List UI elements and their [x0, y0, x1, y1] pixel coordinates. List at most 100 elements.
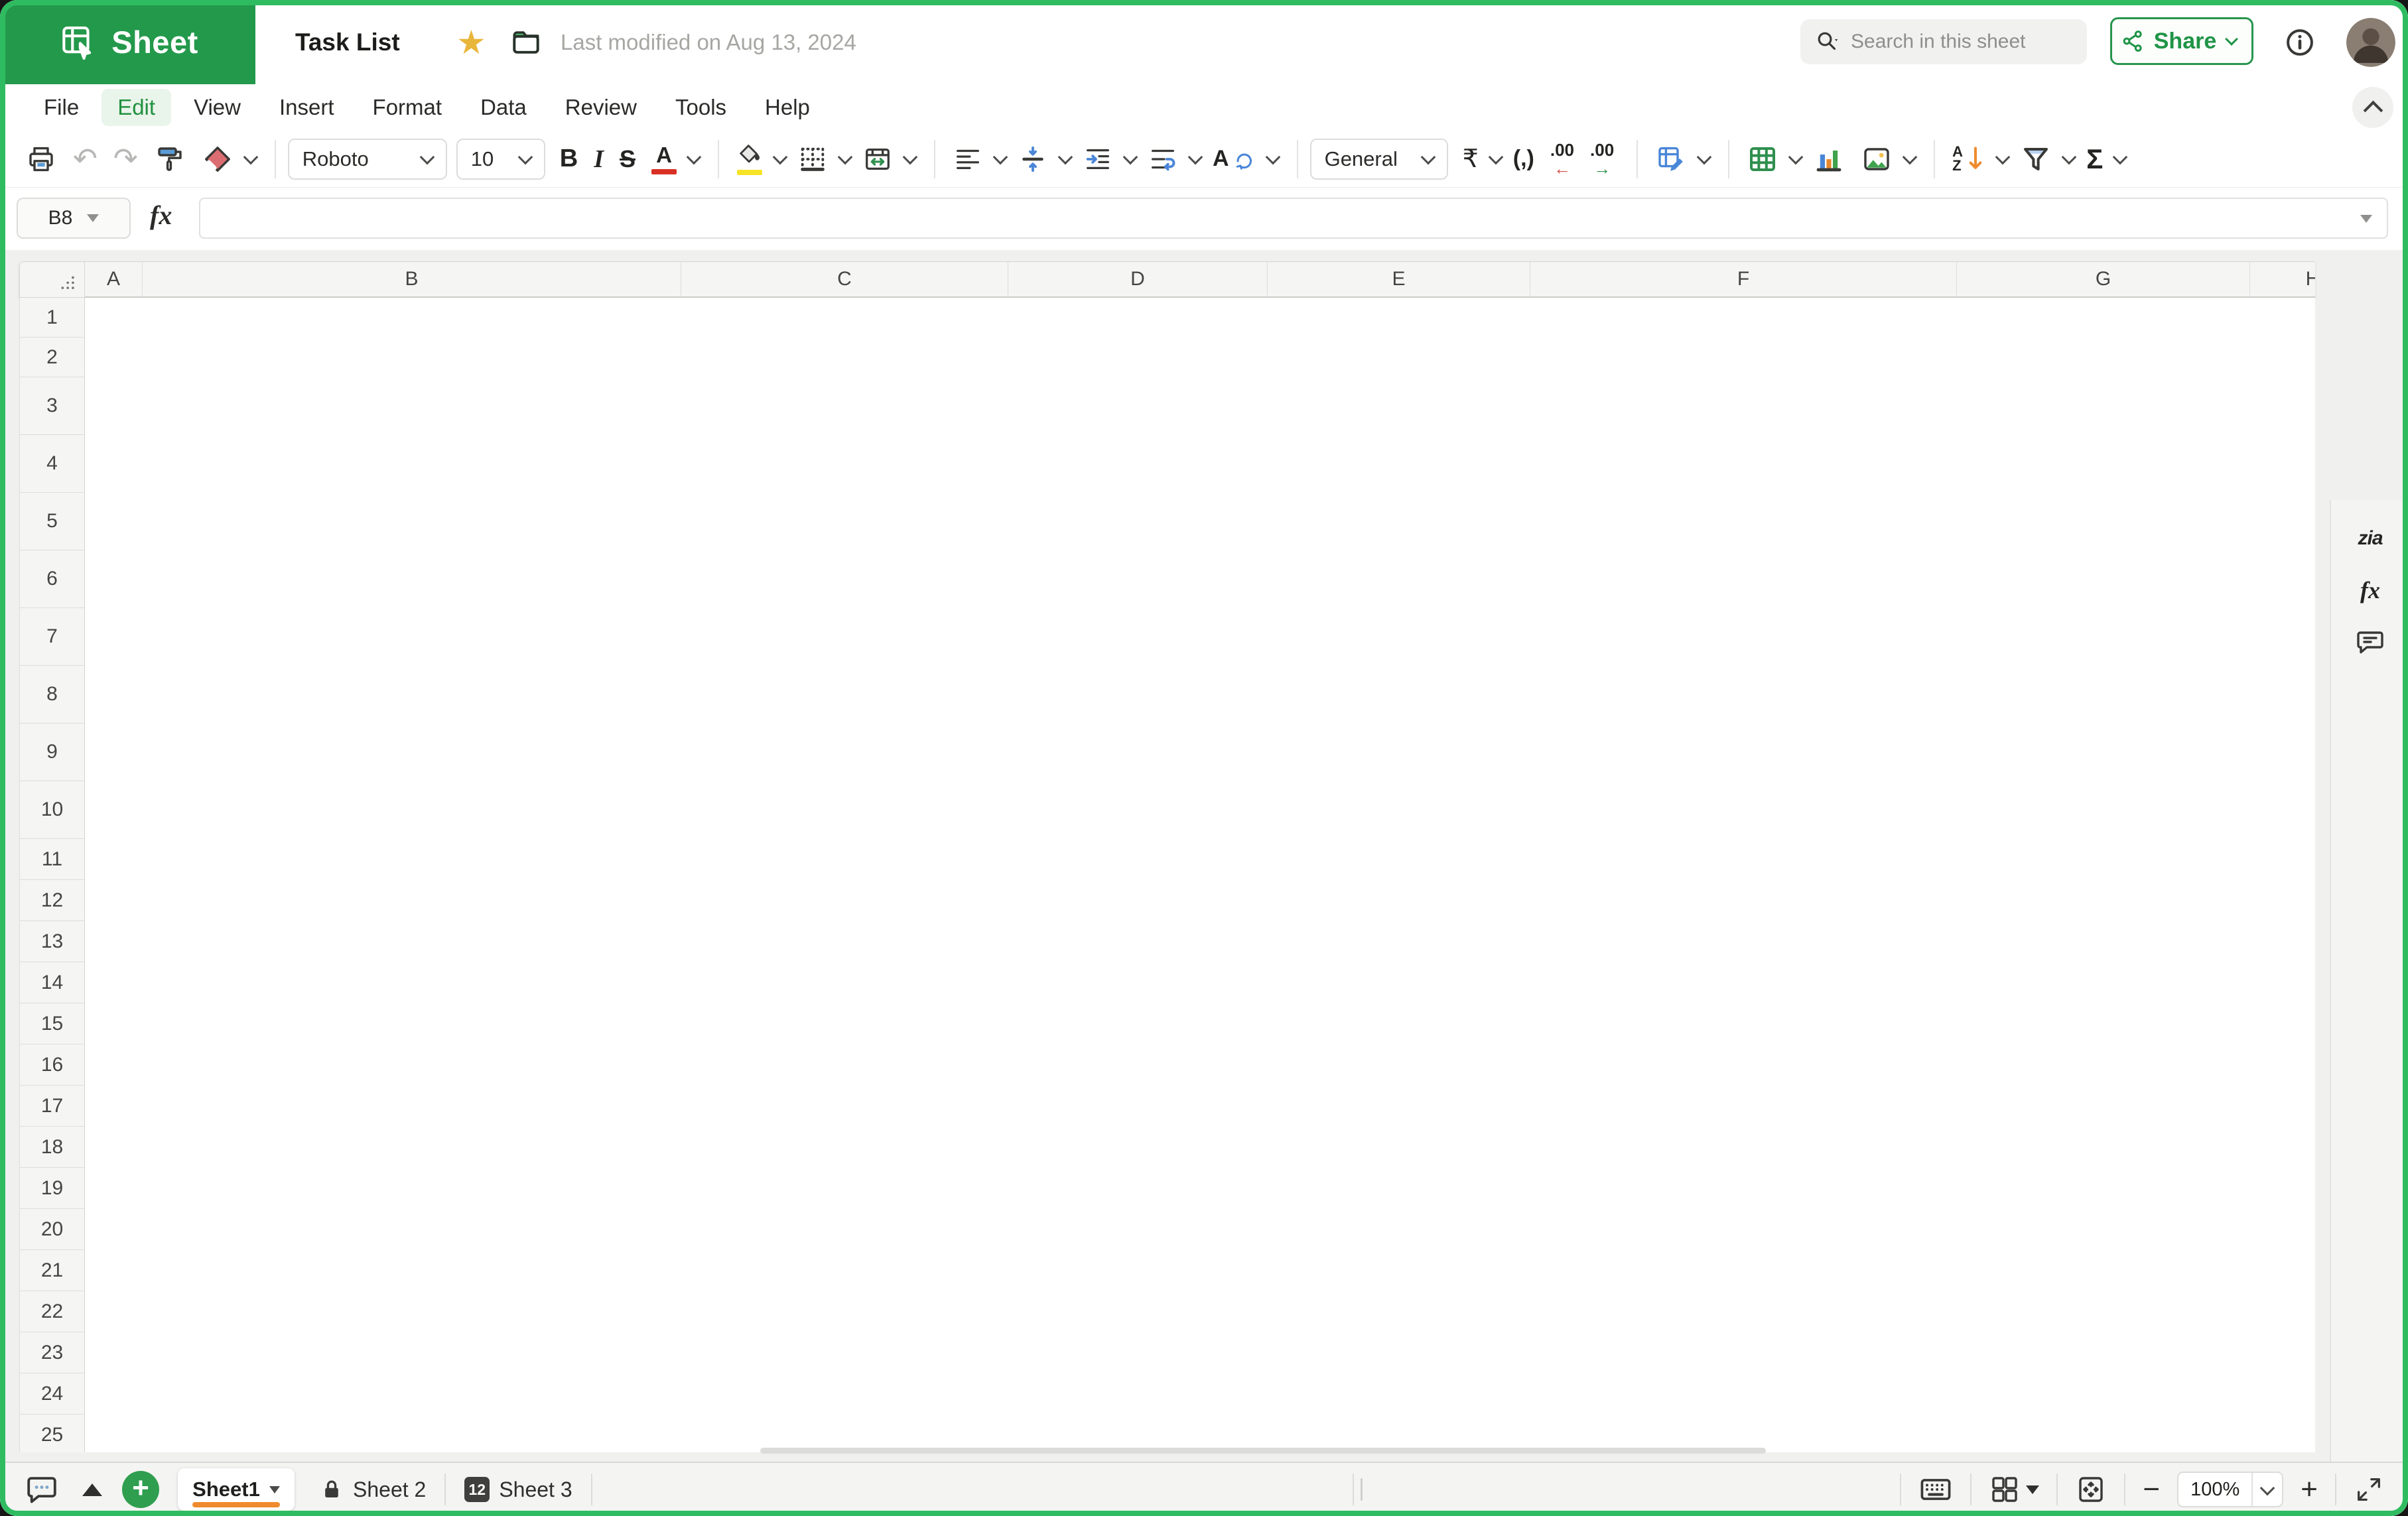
print-button[interactable] [20, 138, 62, 180]
conditional-format-chevron-icon[interactable] [1697, 149, 1712, 164]
column-header-H[interactable]: H [2250, 261, 2315, 298]
indent-button[interactable] [1077, 138, 1118, 180]
column-header-F[interactable]: F [1530, 261, 1957, 298]
comma-style-button[interactable]: (,) [1508, 138, 1540, 180]
row-header-13[interactable]: 13 [19, 921, 85, 962]
row-header-24[interactable]: 24 [19, 1373, 85, 1415]
menu-item-help[interactable]: Help [749, 89, 826, 126]
zoom-in-button[interactable]: + [2301, 1475, 2318, 1504]
fullscreen-button[interactable] [2354, 1474, 2384, 1505]
add-sheet-button[interactable]: + [122, 1471, 159, 1508]
borders-chevron-icon[interactable] [838, 149, 853, 164]
column-header-B[interactable]: B [143, 261, 681, 298]
fit-to-view-button[interactable] [2075, 1474, 2107, 1505]
wrap-text-button[interactable] [1142, 138, 1183, 180]
status-resize-handle[interactable] [1361, 1478, 1363, 1501]
horizontal-align-button[interactable] [947, 138, 988, 180]
sum-chevron-icon[interactable] [2113, 149, 2128, 164]
row-header-16[interactable]: 16 [19, 1044, 85, 1086]
sheet-tab-sheet2[interactable]: Sheet 2 [301, 1478, 444, 1502]
row-header-23[interactable]: 23 [19, 1332, 85, 1373]
row-header-18[interactable]: 18 [19, 1127, 85, 1168]
menu-item-file[interactable]: File [28, 89, 95, 126]
sheet-tab-sheet3[interactable]: 12 Sheet 3 [446, 1477, 590, 1502]
search-box[interactable] [1800, 19, 2087, 64]
wrap-text-chevron-icon[interactable] [1188, 149, 1203, 164]
user-avatar[interactable] [2346, 18, 2395, 67]
merge-cells-button[interactable] [857, 138, 898, 180]
format-painter-button[interactable] [149, 138, 191, 180]
bold-button[interactable]: B [555, 138, 583, 180]
font-color-button[interactable]: A [646, 138, 682, 180]
search-input[interactable] [1849, 30, 2058, 54]
menu-item-format[interactable]: Format [357, 89, 458, 126]
text-rotate-chevron-icon[interactable] [1265, 149, 1280, 164]
sum-button[interactable]: Σ [2081, 138, 2108, 180]
share-button[interactable]: Share [2110, 17, 2253, 65]
row-header-14[interactable]: 14 [19, 962, 85, 1003]
column-header-A[interactable]: A [85, 261, 143, 298]
undo-button[interactable]: ↶ [68, 138, 103, 180]
horizontal-align-chevron-icon[interactable] [993, 149, 1008, 164]
row-header-7[interactable]: 7 [19, 608, 85, 666]
redo-button[interactable]: ↷ [108, 138, 143, 180]
folder-icon[interactable] [509, 26, 543, 59]
insert-image-button[interactable] [1855, 138, 1898, 180]
merge-cells-chevron-icon[interactable] [903, 149, 918, 164]
menu-item-data[interactable]: Data [464, 89, 543, 126]
strikethrough-button[interactable]: S [614, 138, 641, 180]
row-header-19[interactable]: 19 [19, 1168, 85, 1209]
column-header-C[interactable]: C [681, 261, 1008, 298]
cells-canvas[interactable] [85, 298, 2315, 1452]
row-header-1[interactable]: 1 [19, 298, 85, 338]
row-header-22[interactable]: 22 [19, 1291, 85, 1332]
zoom-out-button[interactable]: − [2143, 1475, 2160, 1504]
collapse-toolbar-button[interactable] [2352, 87, 2393, 128]
insert-table-chevron-icon[interactable] [1788, 149, 1804, 164]
insert-chart-button[interactable] [1808, 138, 1850, 180]
currency-chevron-icon[interactable] [1488, 149, 1503, 164]
clear-format-chevron-icon[interactable] [243, 149, 258, 164]
number-format-select[interactable]: General [1310, 139, 1448, 180]
formula-bar-expand-icon[interactable] [2360, 215, 2372, 223]
row-header-20[interactable]: 20 [19, 1209, 85, 1250]
document-title[interactable]: Task List [295, 0, 400, 84]
insert-image-chevron-icon[interactable] [1903, 149, 1918, 164]
row-header-11[interactable]: 11 [19, 839, 85, 880]
column-header-D[interactable]: D [1008, 261, 1268, 298]
row-header-17[interactable]: 17 [19, 1086, 85, 1127]
row-header-8[interactable]: 8 [19, 666, 85, 724]
select-all-corner[interactable] [19, 261, 85, 298]
keyboard-shortcuts-button[interactable] [1918, 1475, 1953, 1504]
conditional-format-button[interactable] [1650, 138, 1692, 180]
row-header-21[interactable]: 21 [19, 1250, 85, 1291]
cell-reference-box[interactable]: B8 [17, 198, 131, 239]
indent-chevron-icon[interactable] [1123, 149, 1138, 164]
text-rotate-button[interactable]: A [1207, 138, 1261, 180]
row-header-12[interactable]: 12 [19, 880, 85, 921]
borders-button[interactable] [792, 138, 833, 180]
italic-button[interactable]: I [588, 138, 609, 180]
row-header-2[interactable]: 2 [19, 338, 85, 377]
freeze-panes-button[interactable] [1989, 1474, 2039, 1505]
sheet-tab-sheet1[interactable]: Sheet1 [178, 1468, 295, 1511]
vertical-align-chevron-icon[interactable] [1058, 149, 1073, 164]
row-header-9[interactable]: 9 [19, 724, 85, 781]
zia-assistant-button[interactable]: zia [2331, 519, 2408, 558]
currency-format-button[interactable]: ₹ [1457, 138, 1484, 180]
row-header-6[interactable]: 6 [19, 550, 85, 608]
fill-color-chevron-icon[interactable] [773, 149, 788, 164]
comments-panel-button[interactable] [2331, 622, 2408, 662]
filter-button[interactable] [2015, 138, 2057, 180]
functions-panel-button[interactable]: fx [2331, 570, 2408, 610]
font-family-select[interactable]: Roboto [288, 139, 447, 180]
chat-button[interactable] [24, 1472, 60, 1507]
sort-chevron-icon[interactable] [1995, 149, 2011, 164]
info-button[interactable] [2283, 26, 2316, 59]
increase-decimal-button[interactable]: .00 → [1585, 138, 1619, 180]
vertical-align-button[interactable] [1012, 138, 1053, 180]
row-header-10[interactable]: 10 [19, 781, 85, 839]
row-header-4[interactable]: 4 [19, 435, 85, 493]
menu-item-review[interactable]: Review [549, 89, 653, 126]
menu-item-tools[interactable]: Tools [659, 89, 742, 126]
